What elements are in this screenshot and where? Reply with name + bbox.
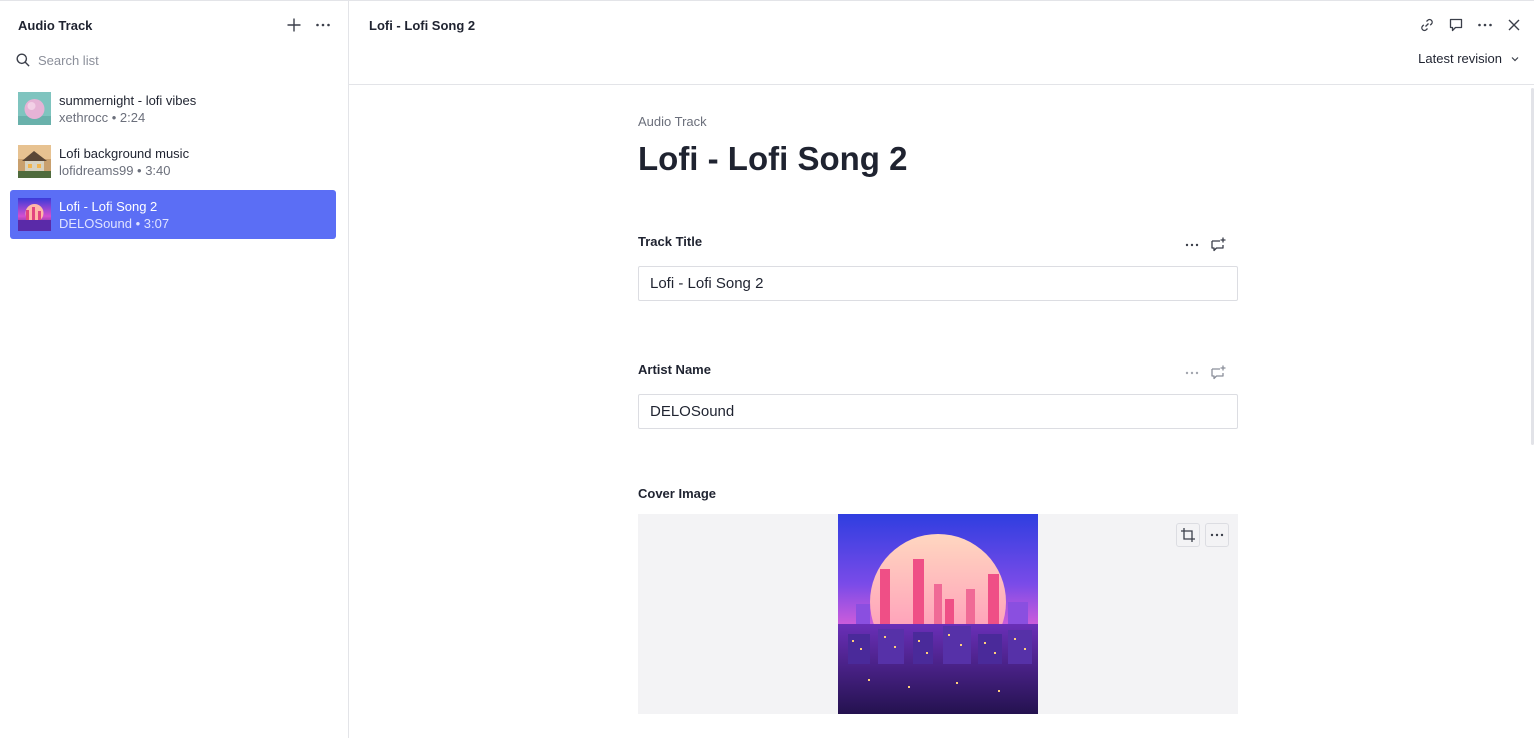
crop-icon bbox=[1181, 528, 1195, 542]
add-document-button[interactable] bbox=[284, 15, 304, 35]
field-menu-button[interactable] bbox=[1182, 235, 1202, 255]
artist-name-actions bbox=[1182, 363, 1238, 383]
copy-link-button[interactable] bbox=[1417, 15, 1437, 35]
track-title-actions bbox=[1182, 235, 1238, 255]
app-window: Audio Track Search list summernight - lo… bbox=[0, 0, 1534, 738]
add-comment-icon bbox=[1211, 237, 1226, 252]
document-title: Lofi - Lofi Song 2 bbox=[638, 140, 908, 177]
comment-icon bbox=[1449, 18, 1463, 32]
add-comment-button[interactable] bbox=[1208, 235, 1228, 255]
document-list: summernight - lofi vibes xethrocc • 2:24 bbox=[10, 84, 336, 243]
more-icon bbox=[1185, 243, 1199, 247]
track-thumbnail bbox=[18, 198, 51, 231]
close-button[interactable] bbox=[1504, 15, 1524, 35]
track-thumbnail bbox=[18, 145, 51, 178]
image-menu-button[interactable] bbox=[1205, 523, 1229, 547]
sidebar: Audio Track Search list summernight - lo… bbox=[0, 1, 349, 738]
crop-button[interactable] bbox=[1176, 523, 1200, 547]
document-menu-button[interactable] bbox=[1475, 15, 1495, 35]
more-icon bbox=[1210, 533, 1224, 537]
list-item-subtitle: lofidreams99 • 3:40 bbox=[59, 163, 171, 178]
list-item[interactable]: Lofi - Lofi Song 2 DELOSound • 3:07 bbox=[10, 190, 336, 239]
add-comment-icon bbox=[1211, 365, 1226, 380]
more-icon bbox=[316, 23, 330, 27]
comments-button[interactable] bbox=[1446, 15, 1466, 35]
cover-image-field[interactable] bbox=[638, 514, 1238, 714]
revision-selector[interactable]: Latest revision bbox=[1418, 51, 1520, 66]
list-item-title: Lofi background music bbox=[59, 146, 190, 161]
close-icon bbox=[1508, 19, 1520, 31]
list-item-subtitle: xethrocc • 2:24 bbox=[59, 110, 146, 125]
more-icon bbox=[1478, 23, 1492, 27]
artist-name-input[interactable] bbox=[638, 394, 1238, 429]
cover-image bbox=[838, 514, 1038, 714]
search-input[interactable] bbox=[38, 49, 328, 71]
list-item-subtitle: DELOSound • 3:07 bbox=[59, 216, 170, 231]
sidebar-menu-button[interactable] bbox=[313, 15, 333, 35]
list-item-title: summernight - lofi vibes bbox=[59, 93, 197, 108]
list-item[interactable]: summernight - lofi vibes xethrocc • 2:24 bbox=[10, 84, 336, 133]
sidebar-header: Audio Track bbox=[0, 1, 348, 49]
more-icon bbox=[1185, 371, 1199, 375]
search-bar bbox=[10, 47, 338, 73]
cover-image-label: Cover Image bbox=[638, 486, 717, 501]
track-title-input[interactable] bbox=[638, 266, 1238, 301]
add-comment-button[interactable] bbox=[1208, 363, 1228, 383]
document-pane: Lofi - Lofi Song 2 Latest revision Audio… bbox=[349, 1, 1534, 738]
list-item-title: Lofi - Lofi Song 2 bbox=[59, 199, 158, 214]
artist-name-label: Artist Name bbox=[638, 362, 711, 377]
document-type-label: Audio Track bbox=[638, 114, 707, 129]
revision-label: Latest revision bbox=[1418, 51, 1502, 66]
link-icon bbox=[1421, 18, 1433, 32]
chevron-down-icon bbox=[1511, 56, 1519, 61]
document-header-title: Lofi - Lofi Song 2 bbox=[369, 18, 476, 33]
sidebar-title: Audio Track bbox=[18, 18, 93, 33]
track-thumbnail bbox=[18, 92, 51, 125]
search-icon bbox=[16, 53, 30, 67]
plus-icon bbox=[287, 18, 301, 32]
list-item[interactable]: Lofi background music lofidreams99 • 3:4… bbox=[10, 137, 336, 186]
document-header: Lofi - Lofi Song 2 Latest revision bbox=[349, 1, 1534, 85]
track-title-label: Track Title bbox=[638, 234, 703, 249]
field-menu-button[interactable] bbox=[1182, 363, 1202, 383]
